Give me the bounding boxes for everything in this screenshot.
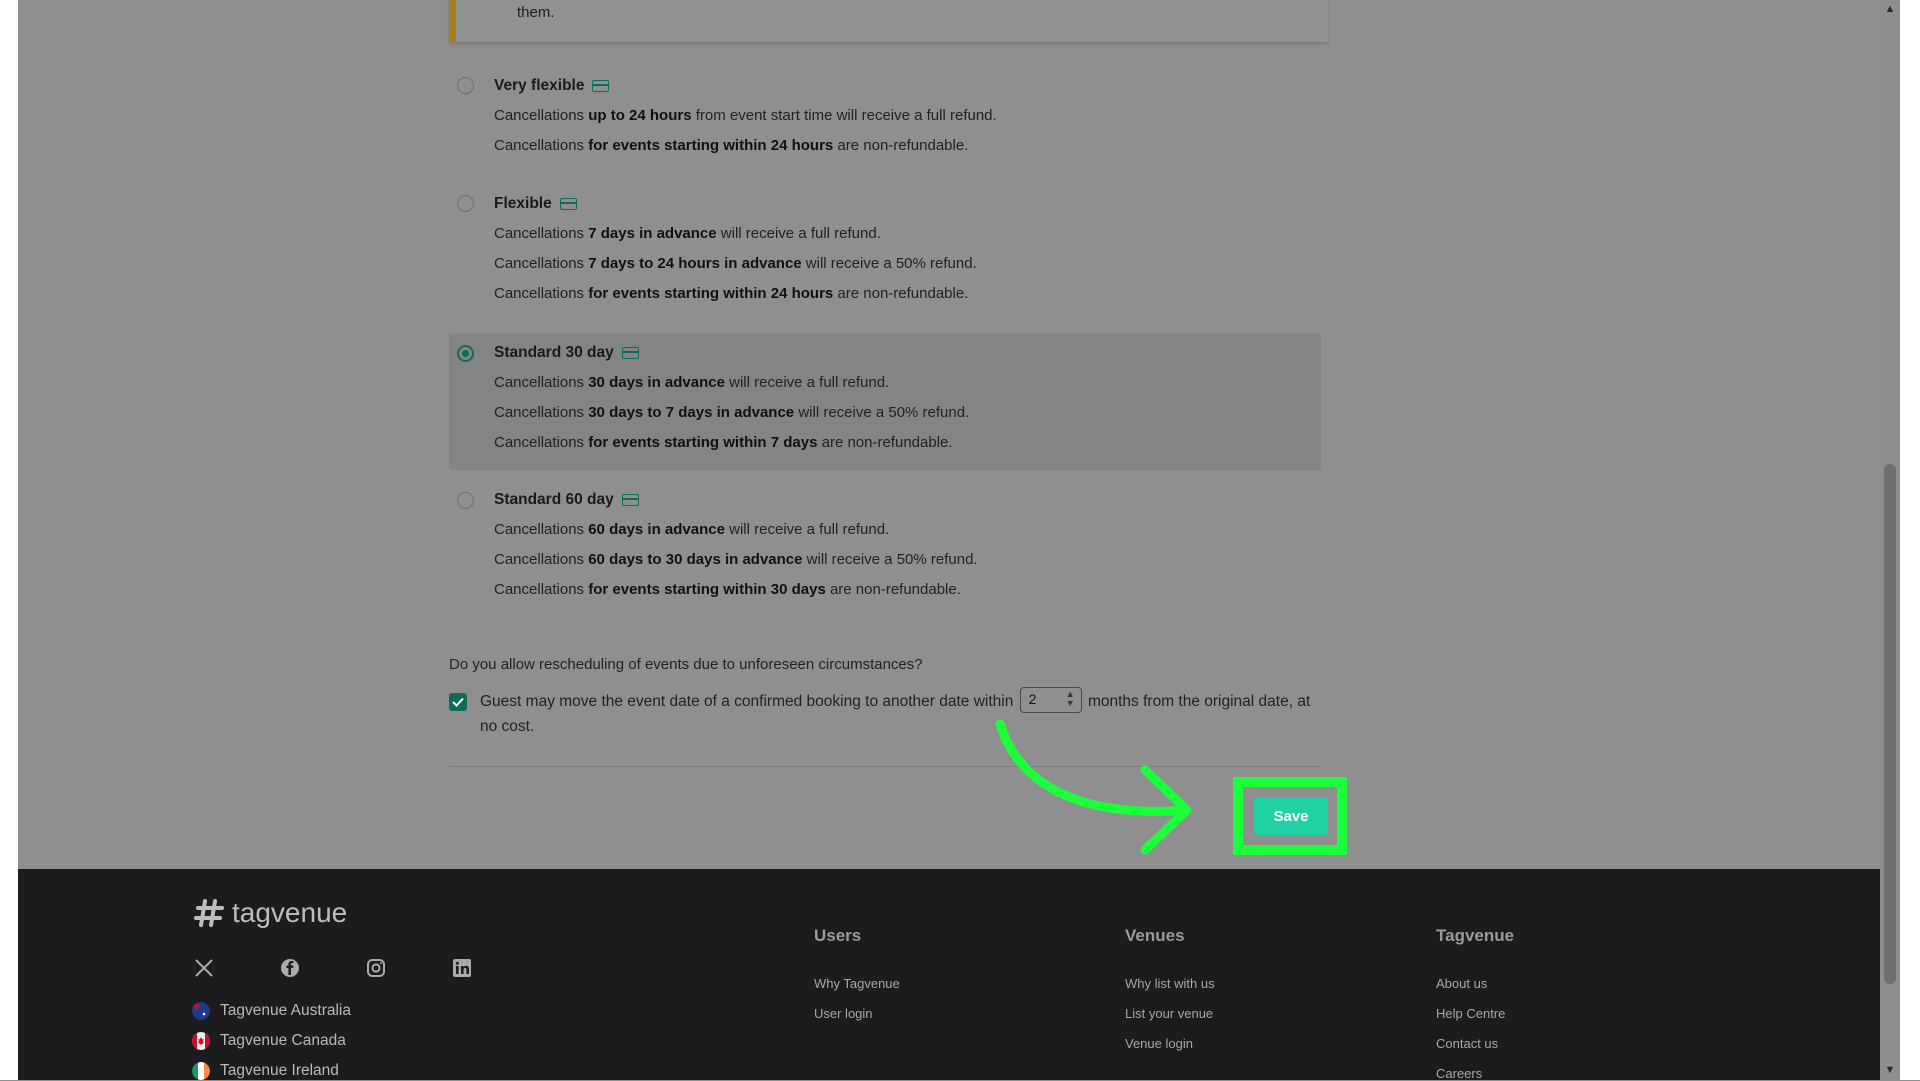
footer-logo[interactable]: tagvenue bbox=[192, 897, 347, 929]
option-line: Cancellations for events starting within… bbox=[494, 137, 969, 154]
save-button[interactable]: Save bbox=[1254, 797, 1328, 835]
brand-name: tagvenue bbox=[232, 897, 348, 928]
scroll-down-arrow-icon[interactable]: ▼ bbox=[1883, 1063, 1897, 1077]
footer-heading-venues: Venues bbox=[1125, 926, 1185, 945]
scrollbar-thumb[interactable] bbox=[1884, 464, 1896, 984]
rescheduling-question: Do you allow rescheduling of events due … bbox=[449, 656, 923, 673]
footer-link[interactable]: List your venue bbox=[1125, 1006, 1213, 1021]
cancellation-option-standard-30-day[interactable]: Standard 30 day Cancellations 30 days in… bbox=[449, 333, 1321, 470]
ireland-flag-icon bbox=[192, 1062, 210, 1080]
months-value-field[interactable] bbox=[1028, 690, 1059, 707]
footer: tagvenue Tagvenue Australia Tagvenue Can… bbox=[18, 869, 1880, 1081]
option-line: Cancellations up to 24 hours from event … bbox=[494, 107, 997, 124]
rescheduling-checkbox[interactable] bbox=[449, 693, 467, 711]
months-number-input[interactable]: ▲▼ bbox=[1019, 686, 1082, 713]
checkmark-icon bbox=[452, 697, 464, 707]
radio-standard-60-day[interactable] bbox=[457, 492, 474, 509]
option-line: Cancellations 7 days to 24 hours in adva… bbox=[494, 255, 977, 272]
radio-flexible[interactable] bbox=[457, 195, 474, 212]
option-line: Cancellations for events starting within… bbox=[494, 285, 969, 302]
scroll-up-arrow-icon[interactable]: ▲ bbox=[1883, 2, 1897, 16]
footer-link[interactable]: Contact us bbox=[1436, 1036, 1498, 1051]
option-line: Cancellations 30 days to 7 days in advan… bbox=[494, 404, 970, 421]
option-line: Cancellations for events starting within… bbox=[494, 581, 961, 598]
spinner-arrows-icon[interactable]: ▲ ▼ bbox=[1066, 689, 1075, 708]
footer-heading-users: Users bbox=[814, 926, 862, 945]
footer-heading-tagvenue: Tagvenue bbox=[1436, 926, 1515, 945]
cancellation-option-flexible[interactable]: Flexible Cancellations 7 days in advance… bbox=[449, 190, 1321, 320]
notice-box: them. bbox=[449, 0, 1328, 42]
footer-link[interactable]: User login bbox=[814, 1006, 873, 1021]
curved-arrow-annotation-icon bbox=[995, 719, 1192, 855]
credit-card-icon bbox=[621, 347, 639, 359]
x-icon[interactable] bbox=[193, 957, 215, 979]
notice-text: them. bbox=[517, 4, 555, 21]
option-line: Cancellations 7 days in advance will rec… bbox=[494, 225, 881, 242]
vertical-scrollbar[interactable]: ▲ ▼ bbox=[1880, 0, 1900, 1080]
option-title: Flexible bbox=[494, 195, 552, 212]
option-title: Very flexible bbox=[494, 77, 585, 94]
option-title: Standard 60 day bbox=[494, 491, 614, 508]
footer-link[interactable]: Why list with us bbox=[1125, 976, 1215, 991]
footer-link[interactable]: Venue login bbox=[1125, 1036, 1193, 1051]
rescheduling-text-before: Guest may move the event date of a confi… bbox=[480, 693, 1014, 710]
canada-flag-icon bbox=[192, 1032, 210, 1050]
credit-card-icon bbox=[559, 198, 577, 210]
footer-link[interactable]: About us bbox=[1436, 976, 1487, 991]
australia-flag-icon bbox=[192, 1002, 210, 1020]
country-link-ireland[interactable]: Tagvenue Ireland bbox=[192, 1062, 339, 1080]
radio-very-flexible[interactable] bbox=[457, 77, 474, 94]
footer-link[interactable]: Why Tagvenue bbox=[814, 976, 900, 991]
linkedin-icon[interactable] bbox=[451, 957, 473, 979]
option-line: Cancellations for events starting within… bbox=[494, 434, 953, 451]
option-line: Cancellations 60 days to 30 days in adva… bbox=[494, 551, 978, 568]
instagram-icon[interactable] bbox=[365, 957, 387, 979]
left-page-strip bbox=[0, 0, 18, 1080]
footer-link[interactable]: Help Centre bbox=[1436, 1006, 1505, 1021]
credit-card-icon bbox=[621, 494, 639, 506]
facebook-icon[interactable] bbox=[279, 957, 301, 979]
country-link-australia[interactable]: Tagvenue Australia bbox=[192, 1002, 351, 1020]
footer-link[interactable]: Careers bbox=[1436, 1066, 1482, 1081]
option-line: Cancellations 30 days in advance will re… bbox=[494, 374, 890, 391]
option-title: Standard 30 day bbox=[494, 344, 614, 361]
right-page-strip bbox=[1900, 0, 1920, 1080]
country-link-canada[interactable]: Tagvenue Canada bbox=[192, 1032, 346, 1050]
tagvenue-logo-icon bbox=[194, 899, 224, 927]
cancellation-option-very-flexible[interactable]: Very flexible Cancellations up to 24 hou… bbox=[449, 72, 1321, 176]
cancellation-option-standard-60-day[interactable]: Standard 60 day Cancellations 60 days in… bbox=[449, 486, 1321, 616]
option-line: Cancellations 60 days in advance will re… bbox=[494, 521, 890, 538]
radio-standard-30-day[interactable] bbox=[457, 345, 474, 362]
credit-card-icon bbox=[592, 80, 610, 92]
